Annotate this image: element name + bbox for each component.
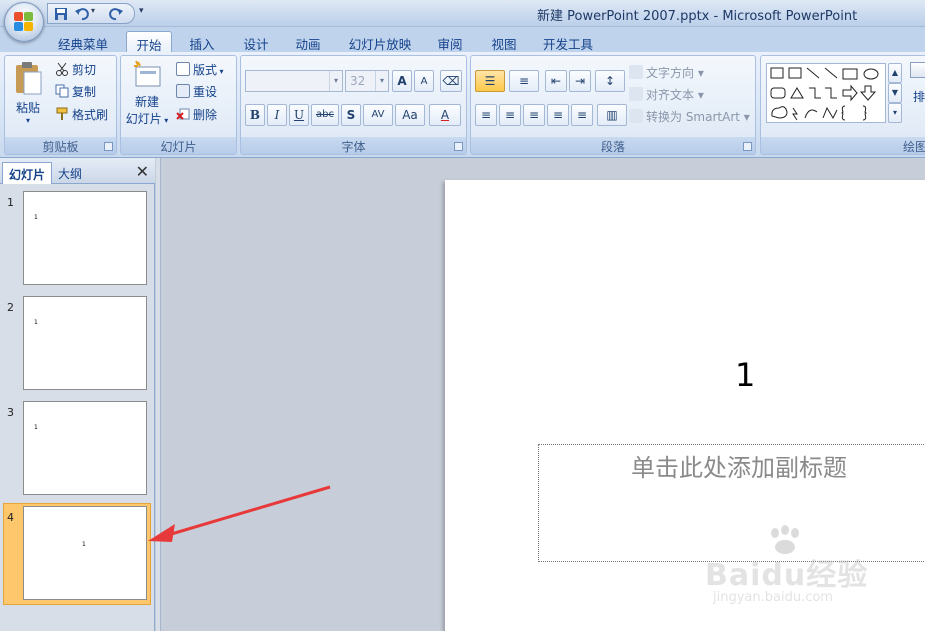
office-logo-icon — [14, 12, 34, 32]
watermark-logo: Baidu经验 — [705, 558, 869, 593]
office-button[interactable] — [4, 2, 44, 42]
baidu-watermark: Baidu经验 jingyan.baidu.com — [705, 520, 905, 620]
watermark-url: jingyan.baidu.com — [713, 590, 833, 605]
